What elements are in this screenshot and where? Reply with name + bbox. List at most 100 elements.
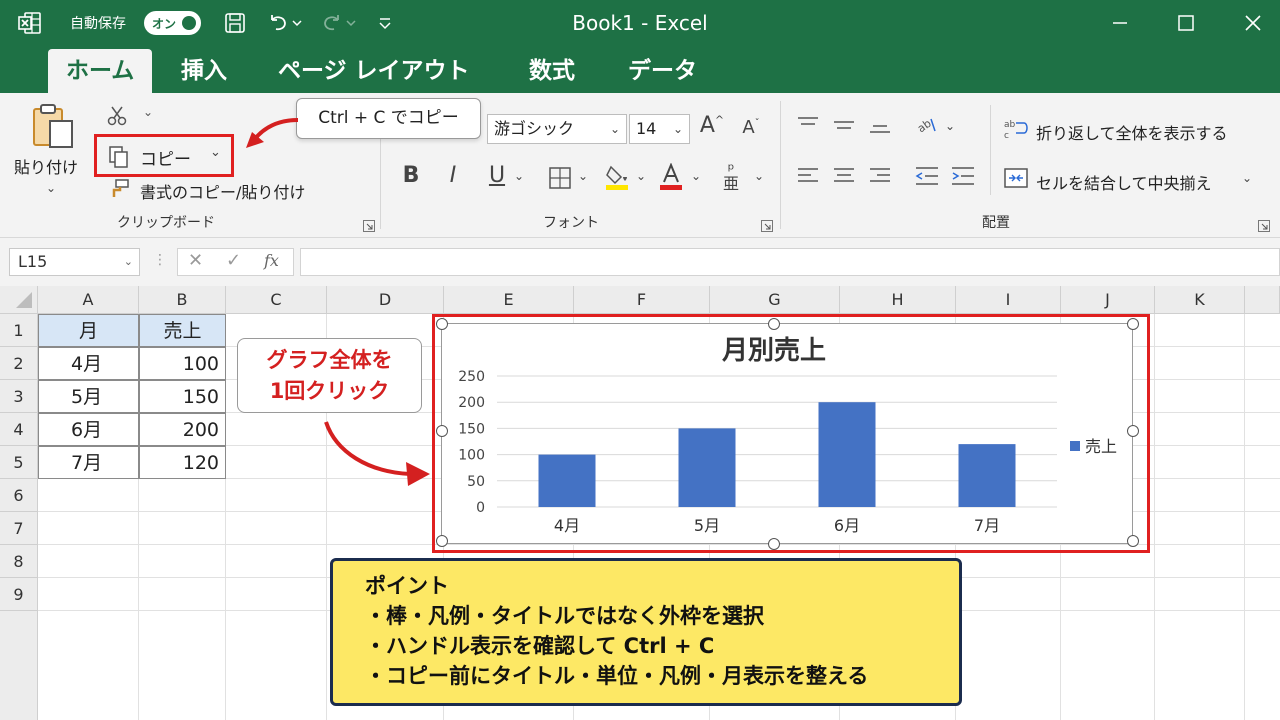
fill-color-dropdown-icon[interactable]: ⌄ [634,169,648,183]
cell-A5[interactable]: 7月 [38,446,139,479]
column-header-K[interactable]: K [1155,286,1245,314]
row-header-8[interactable]: 8 [0,545,38,578]
autosave-toggle[interactable]: オン [144,11,201,35]
cancel-icon[interactable]: ✕ [188,250,203,271]
cell-A1[interactable]: 月 [38,314,139,347]
cell-A3[interactable]: 5月 [38,380,139,413]
close-icon[interactable] [1238,8,1268,38]
column-header-H[interactable]: H [840,286,956,314]
resize-handle-top-left[interactable] [436,318,448,330]
alignment-launcher-icon[interactable] [1258,217,1270,232]
column-header-J[interactable]: J [1061,286,1155,314]
align-right-icon[interactable] [869,165,891,187]
resize-handle-bottom-right[interactable] [1127,535,1139,547]
select-all-corner[interactable] [0,286,38,314]
cell-A4[interactable]: 6月 [38,413,139,446]
name-box[interactable]: L15 ⌄ [9,248,140,276]
borders-dropdown-icon[interactable]: ⌄ [576,169,590,183]
merge-center-icon[interactable] [1004,167,1028,189]
resize-handle-right[interactable] [1127,425,1139,437]
decrease-indent-icon[interactable] [915,165,939,187]
customize-qat-icon[interactable] [376,11,394,35]
font-name-select[interactable]: 游ゴシック ⌄ [487,114,627,144]
column-header-B[interactable]: B [139,286,226,314]
orientation-dropdown-icon[interactable]: ⌄ [943,119,957,133]
column-header-A[interactable]: A [38,286,139,314]
tab-data[interactable]: データ [610,49,715,93]
bold-icon[interactable]: B [398,163,424,188]
row-header-7[interactable]: 7 [0,512,38,545]
paste-label[interactable]: 貼り付け [14,154,78,178]
wrap-text-label[interactable]: 折り返して全体を表示する [1036,120,1228,144]
underline-dropdown-icon[interactable]: ⌄ [512,169,526,183]
cut-dropdown-icon[interactable]: ⌄ [143,105,153,119]
tab-home[interactable]: ホーム [48,49,153,93]
cell-B4[interactable]: 200 [139,413,226,446]
resize-handle-top[interactable] [768,318,780,330]
cell-B5[interactable]: 120 [139,446,226,479]
column-header-E[interactable]: E [444,286,574,314]
undo-dropdown-icon[interactable] [290,11,304,35]
clipboard-launcher-icon[interactable] [363,217,375,232]
column-header-D[interactable]: D [327,286,444,314]
merge-dropdown-icon[interactable]: ⌄ [1240,171,1254,185]
column-header-F[interactable]: F [574,286,710,314]
decrease-font-icon[interactable]: Aˇ [737,117,765,138]
redo-dropdown-icon[interactable] [344,11,358,35]
fill-color-icon[interactable] [605,163,629,191]
cut-icon[interactable] [106,105,128,127]
redo-icon[interactable] [318,11,344,35]
paste-icon[interactable] [30,103,78,151]
row-header-1[interactable]: 1 [0,314,38,347]
resize-handle-bottom[interactable] [768,538,780,550]
font-size-select[interactable]: 14 ⌄ [629,114,690,144]
borders-icon[interactable] [548,166,572,190]
resize-handle-top-right[interactable] [1127,318,1139,330]
phonetic-guide-icon[interactable]: ᵖ亜 [718,162,744,192]
cell-B2[interactable]: 100 [139,347,226,380]
merge-center-label[interactable]: セルを結合して中央揃え [1036,170,1212,194]
font-color-icon[interactable] [659,162,683,191]
maximize-icon[interactable] [1171,8,1201,38]
cell-A2[interactable]: 4月 [38,347,139,380]
font-color-dropdown-icon[interactable]: ⌄ [689,169,703,183]
row-header-6[interactable]: 6 [0,479,38,512]
italic-icon[interactable]: I [440,163,466,188]
column-header-C[interactable]: C [226,286,327,314]
column-header-I[interactable]: I [956,286,1061,314]
formula-input[interactable] [300,248,1280,276]
increase-font-icon[interactable]: A^ [698,113,726,138]
format-painter-label[interactable]: 書式のコピー/貼り付け [140,179,305,203]
bottom-align-icon[interactable] [869,115,891,135]
orientation-icon[interactable]: ab [915,115,939,137]
row-header-2[interactable]: 2 [0,347,38,380]
resize-handle-bottom-left[interactable] [436,535,448,547]
format-painter-icon[interactable] [108,178,130,200]
tab-formulas[interactable]: 数式 [511,49,593,93]
row-header-5[interactable]: 5 [0,446,38,479]
tab-insert[interactable]: 挿入 [163,49,245,93]
minimize-icon[interactable] [1105,8,1135,38]
cell-B1[interactable]: 売上 [139,314,226,347]
tab-page-layout[interactable]: ページ レイアウト [260,49,488,93]
save-icon[interactable] [222,11,248,35]
row-header-9[interactable]: 9 [0,578,38,611]
enter-icon[interactable]: ✓ [226,250,241,271]
undo-icon[interactable] [266,11,292,35]
cell-B3[interactable]: 150 [139,380,226,413]
font-launcher-icon[interactable] [761,217,773,232]
underline-icon[interactable]: U [484,163,510,188]
wrap-text-icon[interactable]: ab c [1004,117,1028,141]
increase-indent-icon[interactable] [951,165,975,187]
phonetic-dropdown-icon[interactable]: ⌄ [752,169,766,183]
row-header-4[interactable]: 4 [0,413,38,446]
insert-function-icon[interactable]: fx [264,251,279,270]
column-header-overflow [1245,286,1280,314]
middle-align-icon[interactable] [833,115,855,135]
top-align-icon[interactable] [797,115,819,135]
column-header-G[interactable]: G [710,286,840,314]
paste-dropdown-icon[interactable]: ⌄ [46,181,56,195]
row-header-3[interactable]: 3 [0,380,38,413]
align-left-icon[interactable] [797,165,819,187]
align-center-icon[interactable] [833,165,855,187]
